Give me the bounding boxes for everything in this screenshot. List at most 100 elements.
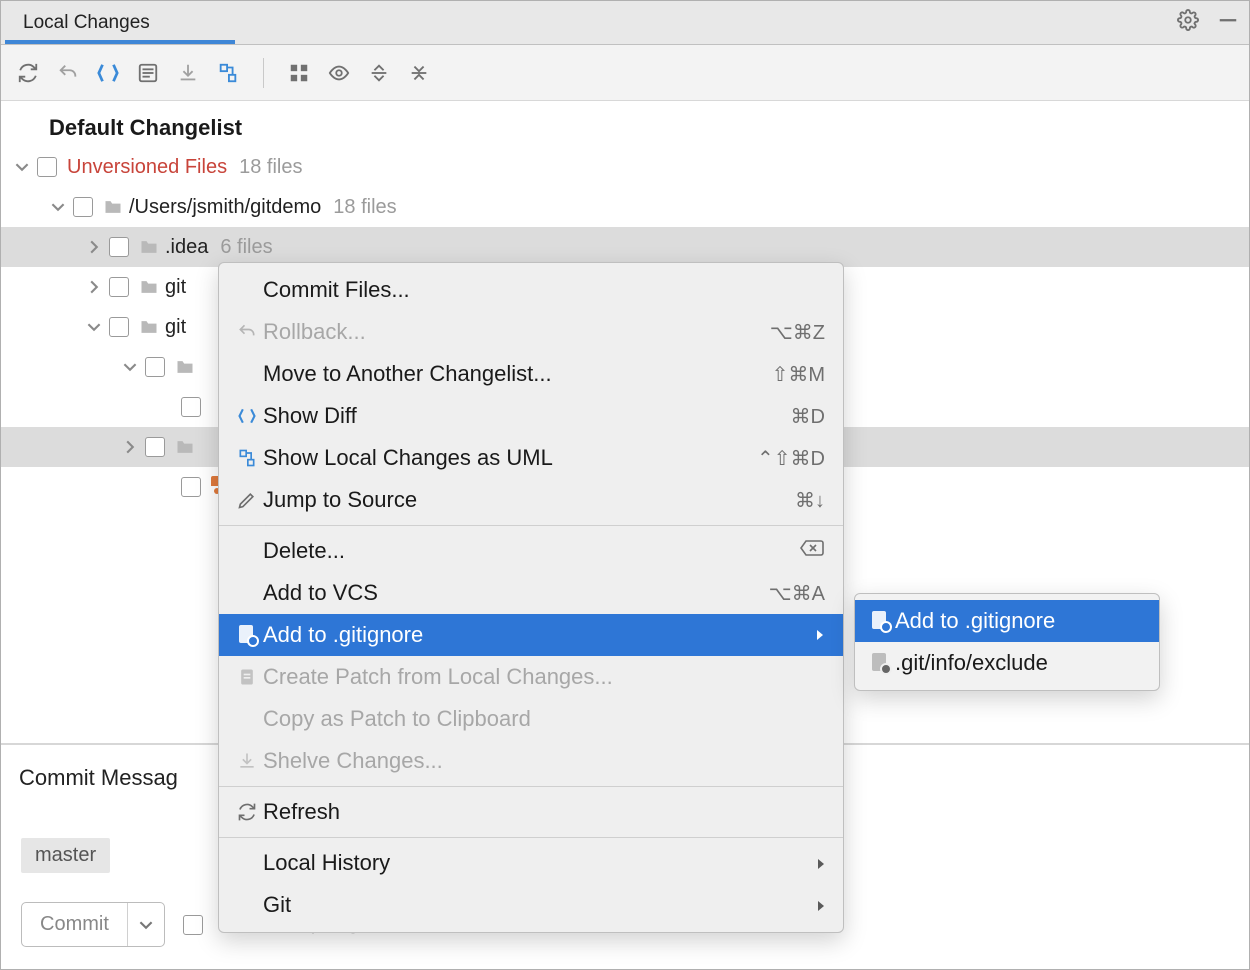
amend-checkbox[interactable] <box>183 915 203 935</box>
uml-icon <box>231 448 263 468</box>
chevron-down-icon[interactable] <box>49 198 67 216</box>
menu-delete[interactable]: Delete... <box>219 530 843 572</box>
menu-shortcut: ⌘↓ <box>795 488 825 513</box>
gear-icon[interactable] <box>1177 9 1199 31</box>
menu-jump-source[interactable]: Jump to Source ⌘↓ <box>219 479 843 521</box>
checkbox[interactable] <box>181 477 201 497</box>
commit-button-dropdown[interactable] <box>128 903 164 946</box>
folder-icon <box>139 317 159 337</box>
shelve-icon <box>231 751 263 771</box>
node-count: 18 files <box>239 155 302 179</box>
preview-icon[interactable] <box>328 62 350 84</box>
menu-local-history[interactable]: Local History <box>219 842 843 884</box>
changelist-icon[interactable] <box>137 62 159 84</box>
toolbar-separator <box>263 58 264 88</box>
folder-icon <box>139 237 159 257</box>
checkbox[interactable] <box>109 237 129 257</box>
chevron-down-icon[interactable] <box>121 358 139 376</box>
menu-item-label: Jump to Source <box>263 487 417 513</box>
edit-icon <box>231 490 263 510</box>
menu-item-label: Create Patch from Local Changes... <box>263 664 613 690</box>
checkbox[interactable] <box>37 157 57 177</box>
menu-shortcut: ⌥⌘A <box>769 581 825 606</box>
node-count: 18 files <box>333 195 396 219</box>
menu-git[interactable]: Git <box>219 884 843 926</box>
submenu-add-gitignore[interactable]: Add to .gitignore <box>855 600 1159 642</box>
menu-add-vcs[interactable]: Add to VCS ⌥⌘A <box>219 572 843 614</box>
chevron-right-icon[interactable] <box>85 278 103 296</box>
submenu-git-info-exclude[interactable]: .git/info/exclude <box>855 642 1159 684</box>
collapse-icon[interactable] <box>408 62 430 84</box>
expand-icon[interactable] <box>368 62 390 84</box>
menu-shortcut: ⌥⌘Z <box>770 320 825 345</box>
menu-item-label: .git/info/exclude <box>895 650 1048 676</box>
menu-refresh[interactable]: Refresh <box>219 791 843 833</box>
menu-item-label: Show Diff <box>263 403 357 429</box>
unversioned-files-node[interactable]: Unversioned Files 18 files <box>1 147 1249 187</box>
menu-item-label: Add to VCS <box>263 580 378 606</box>
checkbox[interactable] <box>109 277 129 297</box>
patch-icon <box>231 667 263 687</box>
refresh-icon <box>231 802 263 822</box>
folder-icon <box>175 437 195 457</box>
menu-item-label: Delete... <box>263 538 345 564</box>
chevron-down-icon[interactable] <box>85 318 103 336</box>
shelve-icon[interactable] <box>177 62 199 84</box>
chevron-right-icon <box>815 622 825 648</box>
menu-show-uml[interactable]: Show Local Changes as UML ⌃⇧⌘D <box>219 437 843 479</box>
commit-button[interactable]: Commit <box>21 902 165 947</box>
menu-create-patch: Create Patch from Local Changes... <box>219 656 843 698</box>
group-icon[interactable] <box>288 62 310 84</box>
menu-add-gitignore[interactable]: Add to .gitignore <box>219 614 843 656</box>
chevron-down-icon[interactable] <box>13 158 31 176</box>
node-count: 6 files <box>220 235 272 259</box>
folder-icon <box>103 197 123 217</box>
menu-commit-files[interactable]: Commit Files... <box>219 269 843 311</box>
diff-icon <box>231 406 263 426</box>
chevron-right-icon <box>817 892 825 918</box>
file-ignore-icon <box>865 611 895 631</box>
file-ignore-icon <box>231 625 263 645</box>
node-label: Unversioned Files <box>67 155 227 179</box>
menu-item-label: Rollback... <box>263 319 366 345</box>
delete-key-icon <box>799 538 825 564</box>
root-folder-node[interactable]: /Users/jsmith/gitdemo 18 files <box>1 187 1249 227</box>
menu-shortcut: ⇧⌘M <box>772 362 825 387</box>
menu-item-label: Shelve Changes... <box>263 748 443 774</box>
commit-button-label: Commit <box>22 903 128 946</box>
menu-item-label: Commit Files... <box>263 277 410 303</box>
menu-separator <box>219 786 843 787</box>
chevron-right-icon[interactable] <box>121 438 139 456</box>
undo-icon <box>231 322 263 342</box>
node-label: .idea <box>165 235 208 259</box>
uml-icon[interactable] <box>217 62 239 84</box>
chevron-right-icon[interactable] <box>85 238 103 256</box>
tab-local-changes[interactable]: Local Changes <box>1 2 172 44</box>
commit-message-label: Commit Messag <box>19 765 178 791</box>
file-ignore-icon <box>865 653 895 673</box>
menu-move-changelist[interactable]: Move to Another Changelist... ⇧⌘M <box>219 353 843 395</box>
menu-show-diff[interactable]: Show Diff ⌘D <box>219 395 843 437</box>
menu-item-label: Add to .gitignore <box>263 622 423 648</box>
chevron-right-icon <box>817 850 825 876</box>
menu-item-label: Copy as Patch to Clipboard <box>263 706 531 732</box>
changelist-heading: Default Changelist <box>1 111 1249 147</box>
checkbox[interactable] <box>145 357 165 377</box>
menu-item-label: Git <box>263 892 291 918</box>
undo-icon[interactable] <box>57 62 79 84</box>
checkbox[interactable] <box>145 437 165 457</box>
branch-chip[interactable]: master <box>21 838 110 873</box>
menu-item-label: Move to Another Changelist... <box>263 361 552 387</box>
refresh-icon[interactable] <box>17 62 39 84</box>
folder-icon <box>175 357 195 377</box>
diff-icon[interactable] <box>97 62 119 84</box>
menu-separator <box>219 837 843 838</box>
menu-item-label: Refresh <box>263 799 340 825</box>
checkbox[interactable] <box>181 397 201 417</box>
menu-item-label: Show Local Changes as UML <box>263 445 553 471</box>
minimize-icon[interactable] <box>1217 9 1239 31</box>
checkbox[interactable] <box>109 317 129 337</box>
checkbox[interactable] <box>73 197 93 217</box>
menu-item-label: Local History <box>263 850 390 876</box>
top-bar: Local Changes <box>1 1 1249 45</box>
